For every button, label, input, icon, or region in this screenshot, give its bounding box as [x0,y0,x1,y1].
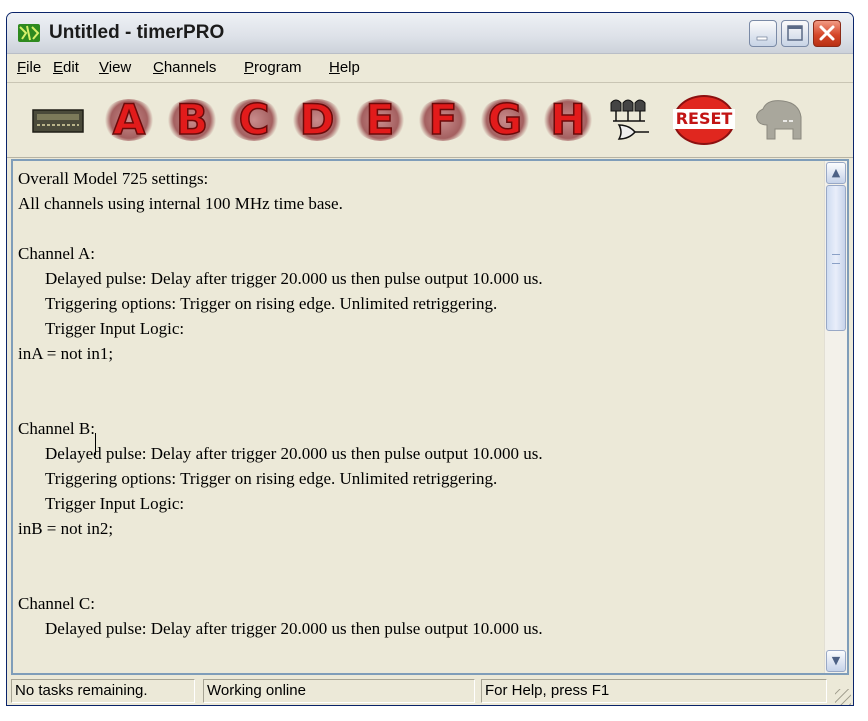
vertical-scrollbar[interactable]: ▲ ▼ [824,161,847,673]
text-line: Delayed pulse: Delay after trigger 20.00… [45,444,543,463]
text-line: All channels using internal 100 MHz time… [18,194,343,213]
channel-d-label: D [299,95,335,144]
text-line: inA = not in1; [18,344,114,363]
menu-help-label: elp [339,59,360,76]
status-bar: No tasks remaining. Working online For H… [7,677,853,705]
menu-file-label: ile [26,59,42,76]
close-icon [819,25,835,41]
channel-c-button[interactable]: C [226,95,282,145]
channel-b-button[interactable]: B [164,95,220,145]
channel-b-label: B [175,95,209,144]
maximize-button[interactable] [781,20,809,47]
channel-f-button[interactable]: F [415,95,471,145]
menu-file[interactable]: File [17,59,41,76]
menu-edit-accel: E [53,59,64,76]
minimize-icon [756,36,768,41]
menu-view-accel: V [99,59,109,76]
channel-a-label: A [112,95,146,144]
close-button[interactable] [813,20,841,47]
channel-c-label: C [238,95,270,144]
window-title: Untitled - timerPRO [49,22,225,43]
text-line: Trigger Input Logic: [45,319,185,338]
menu-program-label: rogram [254,59,302,76]
channel-g-button[interactable]: G [477,95,533,145]
text-caret [95,433,96,455]
text-line: Channel B: [18,419,95,438]
channel-g-label: G [487,95,523,144]
status-connection: Working online [203,679,475,703]
menu-program-accel: P [244,59,255,76]
text-line: Delayed pulse: Delay after trigger 20.00… [45,269,543,288]
menu-view-label: iew [108,59,132,76]
reset-button[interactable]: RESET [673,95,735,145]
channel-d-button[interactable]: D [289,95,345,145]
text-line: Overall Model 725 settings: [18,169,209,188]
menu-channels-label: hannels [163,59,217,76]
menu-help-accel: H [329,59,340,76]
elephant-button[interactable] [753,95,809,145]
text-line: inB = not in2; [18,519,114,538]
device-module-icon [32,109,84,133]
scroll-up-button[interactable]: ▲ [826,162,846,184]
scroll-up-icon: ▲ [831,166,841,179]
reset-label: RESET [675,109,733,128]
channel-h-label: H [550,95,587,144]
channel-a-button[interactable]: A [101,95,157,145]
device-button[interactable] [31,95,85,145]
logic-button[interactable] [605,95,655,145]
menu-edit-label: dit [63,59,79,76]
logic-gates-icon [610,99,649,140]
maximize-icon [787,25,803,41]
channel-f-label: F [428,95,458,144]
scroll-down-icon: ▼ [831,654,841,667]
elephant-icon [756,100,802,140]
scroll-grip-icon [832,254,840,264]
menu-program[interactable]: Program [244,59,302,76]
menu-edit[interactable]: Edit [53,59,79,76]
text-line: Trigger Input Logic: [45,494,185,513]
menu-file-accel: F [17,59,27,76]
menu-view[interactable]: View [99,59,131,76]
text-line: Triggering options: Trigger on rising ed… [45,469,498,488]
text-line: Channel A: [18,244,95,263]
resize-grip-icon[interactable] [835,689,851,705]
settings-text-area[interactable]: Overall Model 725 settings: All channels … [11,159,849,675]
scroll-thumb[interactable] [826,185,846,331]
channel-e-label: E [365,95,395,144]
menu-channels[interactable]: Channels [153,59,216,76]
minimize-button[interactable] [749,20,777,47]
text-line: Channel C: [18,594,95,613]
text-line: Triggering options: Trigger on rising ed… [45,294,498,313]
channel-h-button[interactable]: H [540,95,596,145]
toolbar: A B C D E F G H RESET [7,83,853,158]
title-bar: Untitled - timerPRO [7,13,853,54]
menu-channels-accel: C [153,59,164,76]
text-line: Delayed pulse: Delay after trigger 20.00… [45,619,543,638]
status-help: For Help, press F1 [481,679,827,703]
menu-bar: File Edit View Channels Program Help [7,54,853,83]
channel-e-button[interactable]: E [352,95,408,145]
scroll-down-button[interactable]: ▼ [826,650,846,672]
status-tasks: No tasks remaining. [11,679,195,703]
menu-help[interactable]: Help [329,59,360,76]
app-window: Untitled - timerPRO File Edit View Chann… [6,12,854,706]
timerpro-app-icon [18,24,40,42]
